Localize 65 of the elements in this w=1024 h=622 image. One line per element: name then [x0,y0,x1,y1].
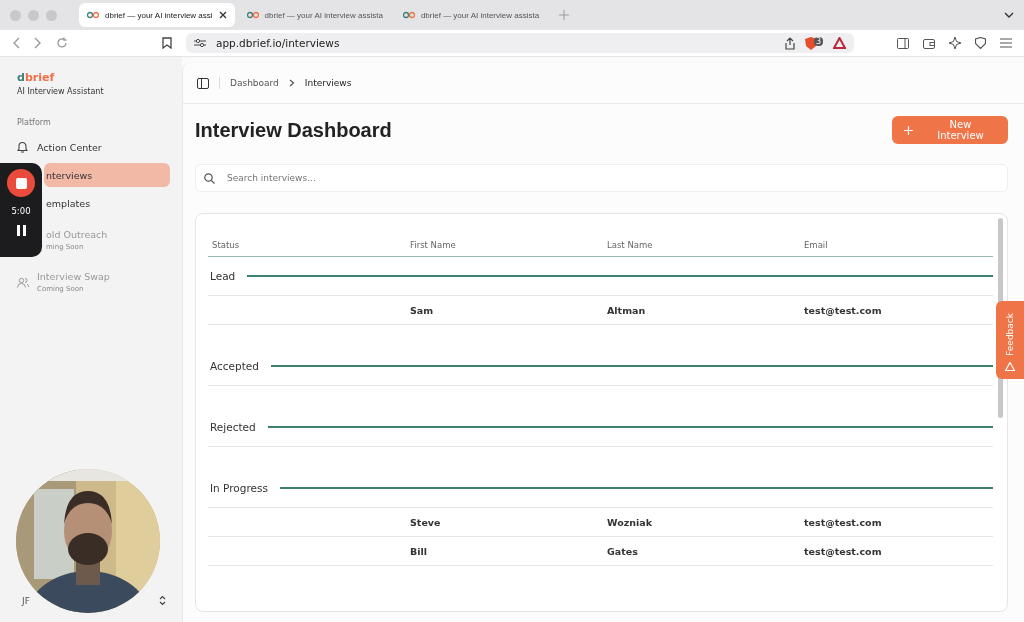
table-cell-text: Bill [410,545,428,557]
chevron-right-icon [288,79,295,87]
item-label: nterviews [46,169,93,181]
users-icon [17,276,29,288]
group-label: Rejected [210,421,256,433]
sidebar-item[interactable]: Action Center [12,135,170,159]
table-cell-text: test@test.com [804,304,883,316]
user-initials: JF [22,595,30,606]
browser-tab[interactable]: dbrief — your AI interview assi [79,3,235,27]
group-label: Lead [210,270,236,282]
logo-icon [402,11,415,19]
group-label: In Progress [210,482,268,494]
stop-button[interactable] [7,169,35,197]
sparkle-icon[interactable] [949,37,961,49]
sidebar-toggle-icon[interactable] [197,77,209,89]
item-label: emplates [46,197,91,209]
triangle-icon[interactable] [833,37,846,49]
bookmark-icon[interactable] [162,37,172,49]
column-header: Email [804,240,829,250]
breadcrumb-link[interactable]: Dashboard [230,78,279,88]
reload-icon[interactable] [56,37,68,49]
back-icon[interactable] [12,37,20,49]
browser-tab[interactable]: dbrief — your AI interview assista [394,3,548,27]
item-label: Action Center [37,141,102,153]
page-title: Interview Dashboard [195,118,392,142]
pause-icon[interactable] [16,225,26,236]
logo-icon [87,11,99,19]
column-header: Last Name [607,240,654,250]
shield-icon[interactable] [975,37,986,49]
close-icon[interactable] [218,11,227,19]
group-label: Accepted [210,360,259,372]
search-icon [204,172,215,184]
bell-icon [17,141,28,153]
chevron-up-down-icon[interactable] [159,595,166,606]
sidebar-item[interactable]: emplates [44,191,170,215]
forward-icon[interactable] [34,37,42,49]
site-settings-icon [194,38,206,48]
item-label: Interview Swap [37,271,110,282]
table-cell-text: test@test.com [804,545,883,557]
column-header: First Name [410,240,457,250]
logo-icon [246,11,259,19]
sidebar-icon[interactable] [897,37,909,49]
chevron-down-icon[interactable] [1004,12,1014,18]
wallet-icon[interactable] [923,37,935,49]
search-field[interactable]: Search interviews... [195,164,1008,192]
warning-icon [1005,362,1015,371]
plus-icon [904,125,913,135]
app-logo: dbrief [17,71,56,84]
section-label: Platform [17,118,52,127]
sidebar-item[interactable]: nterviews [44,163,170,187]
table-cell-text: Wozniak [607,516,653,528]
app-subtitle: AI Interview Assistant [17,87,105,96]
recording-timer: 5:00 [11,206,31,216]
table-cell-text: Gates [607,545,639,557]
table-cell-text: Sam [410,304,435,316]
table-cell-text: Altman [607,304,647,316]
table-cell-text: test@test.com [804,516,883,528]
browser-tab[interactable]: dbrief — your AI interview assista [238,3,391,27]
breadcrumb-link[interactable]: Interviews [304,78,352,88]
address-bar[interactable]: app.dbrief.io/interviews 3 [186,33,854,53]
share-icon[interactable] [784,36,795,50]
search-input[interactable]: Search interviews... [225,172,999,184]
column-header: Status [212,240,241,250]
table-cell-text: Steve [410,516,442,528]
item-label: old Outreach [46,229,108,240]
